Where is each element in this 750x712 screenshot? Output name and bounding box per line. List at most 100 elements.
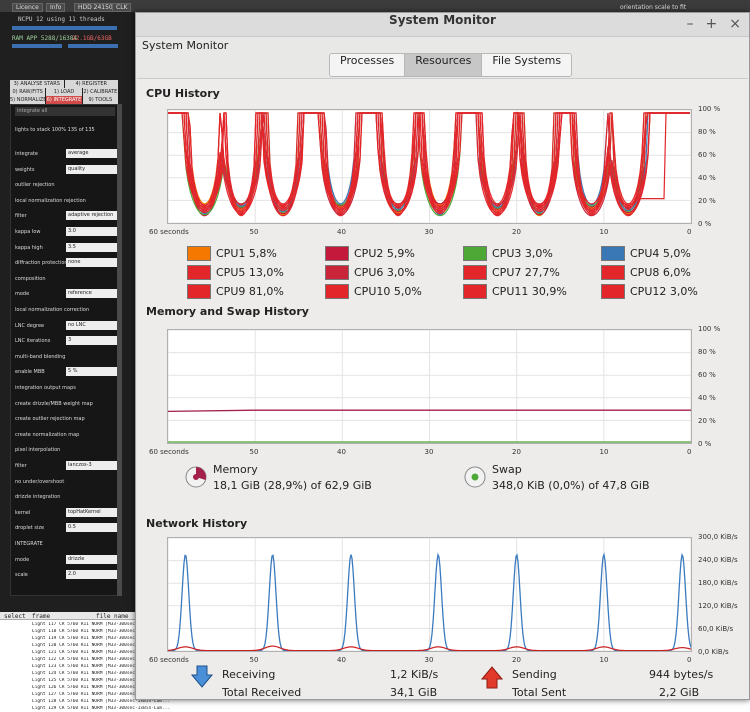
cpu-legend-label: CPU6 3,0% xyxy=(354,265,415,279)
memory-graph xyxy=(167,329,692,444)
bg-top-right-options[interactable]: orientation scale to fit xyxy=(620,4,686,11)
bg-setting-select[interactable]: lanczos-3 xyxy=(66,461,121,470)
y-tick-label: 240,0 KiB/s xyxy=(698,556,738,564)
x-tick-label: 50 xyxy=(249,228,259,236)
bg-setting-select[interactable]: none xyxy=(66,258,121,268)
x-tick-label: 10 xyxy=(599,656,609,664)
memory-section-title: Memory and Swap History xyxy=(146,305,309,318)
tab-resources[interactable]: Resources xyxy=(405,54,483,76)
cpu-legend-label: CPU8 6,0% xyxy=(630,265,691,279)
bg-setting-select[interactable]: 0.5 xyxy=(66,523,121,533)
y-tick-label: 80 % xyxy=(698,128,716,136)
bg-chip-hdd[interactable]: HDD 24150 xyxy=(74,3,117,12)
bg-setting-label: LNC iterations xyxy=(15,338,51,345)
bg-col-select[interactable]: select xyxy=(4,613,26,620)
x-tick-label: 0 xyxy=(687,228,692,236)
bg-setting-select[interactable]: reference xyxy=(66,289,121,299)
bg-setting-label: outlier rejection xyxy=(15,182,55,189)
color-swatch[interactable] xyxy=(325,245,349,261)
bg-setting-select[interactable]: 5 % xyxy=(66,367,121,377)
cpu-legend-item[interactable]: CPU10 5,0% xyxy=(325,283,422,299)
bg-panel-scrollbar[interactable] xyxy=(117,104,122,596)
bg-setting-select[interactable]: adaptive rejection xyxy=(66,211,121,221)
bg-tab-raw[interactable]: 0) RAW/FITS xyxy=(10,88,46,96)
resources-panel: CPU History 100 % 80 % 60 % 40 % 20 % 0 % 60 … xyxy=(137,78,748,699)
bg-chip-clk[interactable]: CLK xyxy=(112,3,132,12)
cpu-section-title: CPU History xyxy=(146,87,220,100)
color-swatch[interactable] xyxy=(463,245,487,261)
bg-tab-register[interactable]: 4) REGISTER xyxy=(64,80,118,88)
bg-tab-analyse[interactable]: 3) ANALYSE STARS xyxy=(10,80,64,88)
bg-integrate-all-button[interactable]: integrate all xyxy=(15,107,115,116)
x-tick-label: 40 xyxy=(337,448,346,456)
color-swatch[interactable] xyxy=(187,245,211,261)
bg-chip-info[interactable]: Info xyxy=(46,3,66,12)
bg-setting-label: local normalization correction xyxy=(15,307,90,313)
bg-setting-select[interactable]: 2.0 xyxy=(66,570,121,580)
close-icon[interactable]: × xyxy=(729,16,741,32)
total-received-value: 34,1 GiB xyxy=(390,686,438,699)
cpu-history-plot xyxy=(167,109,692,224)
color-swatch[interactable] xyxy=(325,264,349,280)
bg-setting-select[interactable]: no LNC xyxy=(66,320,121,330)
color-swatch[interactable] xyxy=(601,264,625,280)
bg-chip-licence[interactable]: Licence xyxy=(12,3,43,12)
sending-value: 944 bytes/s xyxy=(649,668,714,681)
y-tick-label: 40 % xyxy=(698,394,716,402)
color-swatch[interactable] xyxy=(187,264,211,280)
tab-processes[interactable]: Processes xyxy=(330,54,406,76)
bg-setting-select[interactable]: quality xyxy=(66,164,121,174)
bg-setting-select[interactable]: topHatKernel xyxy=(66,507,121,517)
x-tick-label: 20 xyxy=(512,448,521,456)
bg-setting-select[interactable]: 3.5 xyxy=(66,242,121,252)
tab-bar: Processes Resources File Systems xyxy=(329,53,573,77)
bg-tab-normalize[interactable]: 5) NORMALIZE xyxy=(10,96,46,104)
titlebar[interactable]: System Monitor – + × xyxy=(136,13,749,37)
cpu-legend-item[interactable]: CPU8 6,0% xyxy=(601,264,691,280)
bg-tab-tools[interactable]: 9) TOOLS xyxy=(82,96,118,104)
bg-col-file-name[interactable]: file name xyxy=(96,613,129,620)
bg-tabrow-1: 3) ANALYSE STARS 4) REGISTER xyxy=(10,80,118,88)
bg-ram-alert: 22.1GB/63GB xyxy=(72,35,112,42)
bg-table-row[interactable]: Light 129 CR 5760 R11 NORM |M33-300sec-1… xyxy=(0,706,750,712)
x-tick-label: 50 xyxy=(249,656,259,664)
bg-tab-integrate[interactable]: 6) INTEGRATE xyxy=(46,96,82,104)
minimize-icon[interactable]: – xyxy=(687,16,694,32)
total-sent-value: 2,2 GiB xyxy=(659,686,700,699)
bg-col-frame[interactable]: frame xyxy=(32,613,50,620)
y-tick-label: 60 % xyxy=(698,151,716,159)
cpu-legend-label: CPU1 5,8% xyxy=(216,246,277,260)
app-menu-label[interactable]: System Monitor xyxy=(142,39,228,52)
sending-arrow-icon[interactable] xyxy=(481,665,503,689)
cpu-legend-item[interactable]: CPU6 3,0% xyxy=(325,264,415,280)
color-swatch[interactable] xyxy=(601,245,625,261)
bg-setting-select[interactable]: 3 xyxy=(66,336,121,346)
y-tick-label: 20 % xyxy=(698,417,716,425)
cpu-legend-item[interactable]: CPU3 3,0% xyxy=(463,245,553,261)
x-tick-label: 20 xyxy=(512,228,521,236)
swap-pie-icon[interactable] xyxy=(464,466,486,488)
cpu-legend-item[interactable]: CPU5 13,0% xyxy=(187,264,284,280)
color-swatch[interactable] xyxy=(325,283,349,299)
memory-pie-icon[interactable] xyxy=(185,466,207,488)
tab-file-systems[interactable]: File Systems xyxy=(482,54,572,76)
cpu-legend-item[interactable]: CPU11 30,9% xyxy=(463,283,567,299)
color-swatch[interactable] xyxy=(187,283,211,299)
cpu-legend-item[interactable]: CPU4 5,0% xyxy=(601,245,691,261)
receiving-arrow-icon[interactable] xyxy=(191,665,213,689)
color-swatch[interactable] xyxy=(463,264,487,280)
bg-setting-select[interactable]: 3.0 xyxy=(66,227,121,236)
maximize-icon[interactable]: + xyxy=(706,16,718,32)
bg-tab-calibrate[interactable]: 2) CALIBRATE xyxy=(82,88,118,96)
cpu-legend-item[interactable]: CPU9 81,0% xyxy=(187,283,284,299)
color-swatch[interactable] xyxy=(601,283,625,299)
color-swatch[interactable] xyxy=(463,283,487,299)
bg-setting-select[interactable]: average xyxy=(66,149,121,158)
cpu-legend-item[interactable]: CPU12 3,0% xyxy=(601,283,698,299)
bg-table-row[interactable]: Light 128 CR 5760 R11 NORM |M33-300sec-1… xyxy=(0,699,750,706)
cpu-legend-item[interactable]: CPU1 5,8% xyxy=(187,245,277,261)
cpu-legend-item[interactable]: CPU2 5,9% xyxy=(325,245,415,261)
bg-setting-select[interactable]: drizzle xyxy=(66,554,121,564)
bg-tab-load[interactable]: 1) LOAD xyxy=(46,88,82,96)
cpu-legend-item[interactable]: CPU7 27,7% xyxy=(463,264,560,280)
